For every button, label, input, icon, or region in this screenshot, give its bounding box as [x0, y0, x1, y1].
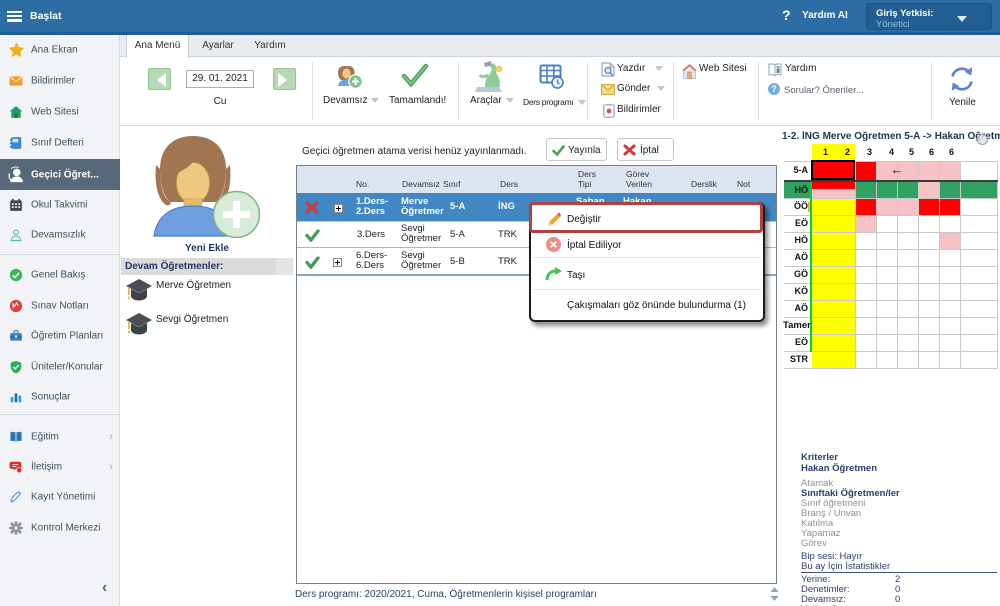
svg-text:?: ? [771, 84, 777, 94]
